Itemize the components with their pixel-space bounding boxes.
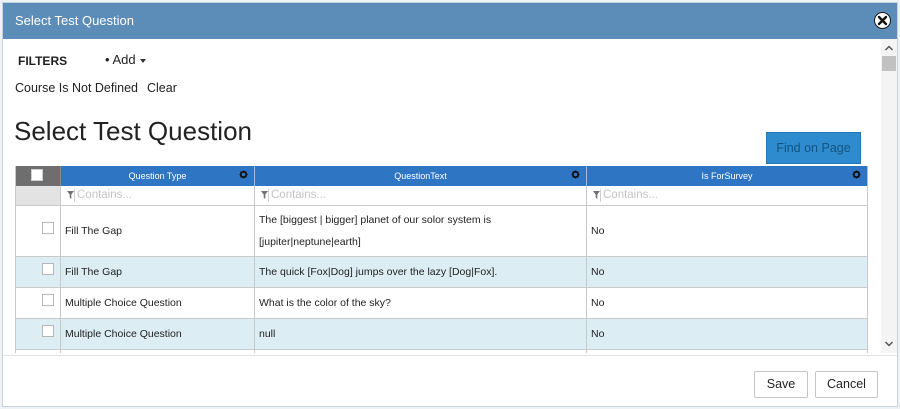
cell-is-for-survey: No: [587, 288, 868, 318]
filters-label: FILTERS: [18, 54, 68, 68]
filter-cell-question-text: [255, 186, 587, 205]
save-button[interactable]: Save: [754, 371, 808, 398]
row-checkbox[interactable]: [42, 263, 54, 275]
cell-is-for-survey: No: [587, 319, 868, 349]
filter-input-question-type[interactable]: [77, 189, 277, 201]
cell-is-for-survey: [587, 350, 868, 353]
table-row[interactable]: [16, 350, 868, 353]
cell-question-text: The [biggest | bigger] planet of our sol…: [255, 206, 587, 256]
close-button[interactable]: [874, 12, 891, 29]
gear-icon[interactable]: [571, 170, 580, 179]
filter-cell-is-for-survey: [587, 186, 868, 205]
course-filter-line: Course Is Not Defined Clear: [15, 81, 177, 95]
row-select-cell: [16, 288, 61, 318]
table-row[interactable]: Multiple Choice Question null No: [16, 319, 868, 350]
course-status: Course Is Not Defined: [15, 81, 138, 95]
chevron-up-icon[interactable]: [884, 43, 894, 53]
cell-is-for-survey: No: [587, 206, 868, 256]
chevron-down-icon[interactable]: [884, 339, 894, 349]
dialog-footer: Save Cancel: [3, 355, 897, 406]
table-row[interactable]: Fill The Gap The quick [Fox|Dog] jumps o…: [16, 257, 868, 288]
filters-bar: FILTERS • Add: [18, 52, 146, 68]
question-grid: Question Type QuestionText Is ForSurvey: [15, 166, 868, 353]
filter-funnel-icon[interactable]: [67, 191, 74, 199]
cell-question-text: [255, 350, 587, 353]
filter-input-question-text[interactable]: [271, 189, 471, 201]
select-test-question-dialog: Select Test Question FILTERS • Add Cours…: [2, 2, 898, 407]
gear-icon[interactable]: [239, 170, 248, 179]
cell-question-type: [61, 350, 255, 353]
row-select-cell: [16, 257, 61, 287]
row-select-cell: [16, 350, 61, 353]
clear-link[interactable]: Clear: [147, 81, 177, 95]
table-row[interactable]: Multiple Choice Question What is the col…: [16, 288, 868, 319]
scrollbar-thumb[interactable]: [882, 56, 896, 71]
row-select-cell: [16, 206, 61, 256]
gear-icon[interactable]: [852, 170, 861, 179]
table-row[interactable]: Fill The Gap The [biggest | bigger] plan…: [16, 206, 868, 257]
filter-cell-question-type: [61, 186, 277, 205]
column-header-label: Question Type: [128, 171, 187, 181]
cell-is-for-survey: No: [587, 257, 868, 287]
caret-down-icon: [139, 58, 146, 63]
row-checkbox[interactable]: [42, 222, 54, 234]
cell-question-type: Fill The Gap: [61, 206, 255, 256]
grid-filter-row: [16, 186, 868, 206]
cancel-button[interactable]: Cancel: [815, 371, 878, 398]
cell-question-text: null: [255, 319, 587, 349]
add-filter-dropdown[interactable]: • Add: [105, 52, 146, 67]
cell-question-text: What is the color of the sky?: [255, 288, 587, 318]
filter-input-is-for-survey[interactable]: [603, 189, 803, 201]
column-header-label: Is ForSurvey: [701, 171, 753, 181]
filter-funnel-icon[interactable]: [593, 191, 600, 199]
page-title: Select Test Question: [14, 116, 252, 147]
filter-divider: [74, 189, 75, 202]
filter-divider: [600, 189, 601, 202]
select-all-checkbox[interactable]: [31, 169, 43, 181]
row-checkbox[interactable]: [42, 325, 54, 337]
dialog-titlebar: Select Test Question: [3, 3, 897, 39]
vertical-scrollbar[interactable]: [881, 39, 897, 353]
close-icon: [877, 15, 888, 26]
find-on-page-button[interactable]: Find on Page: [766, 132, 861, 164]
filter-spacer-cell: [16, 186, 61, 205]
add-filter-label: • Add: [105, 52, 136, 67]
row-select-cell: [16, 319, 61, 349]
column-header-question-type[interactable]: Question Type: [61, 166, 255, 186]
cell-question-type: Fill The Gap: [61, 257, 255, 287]
filter-funnel-icon[interactable]: [261, 191, 268, 199]
column-header-is-for-survey[interactable]: Is ForSurvey: [587, 166, 868, 186]
grid-header-row: Question Type QuestionText Is ForSurvey: [16, 166, 868, 186]
cell-question-text: The quick [Fox|Dog] jumps over the lazy …: [255, 257, 587, 287]
cell-question-type: Multiple Choice Question: [61, 319, 255, 349]
question-text: The [biggest | bigger] planet of our sol…: [259, 214, 492, 248]
dialog-content: FILTERS • Add Course Is Not Defined Clear…: [3, 39, 881, 353]
row-checkbox[interactable]: [42, 294, 54, 306]
header-select-all-cell: [16, 166, 61, 186]
filter-divider: [268, 189, 269, 202]
column-header-question-text[interactable]: QuestionText: [255, 166, 587, 186]
cell-question-type: Multiple Choice Question: [61, 288, 255, 318]
column-header-label: QuestionText: [394, 171, 447, 181]
dialog-title: Select Test Question: [15, 13, 134, 28]
